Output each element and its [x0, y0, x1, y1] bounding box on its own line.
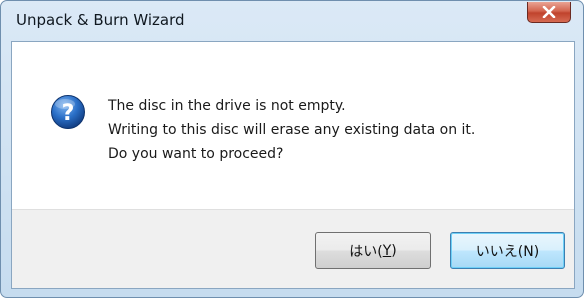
dialog-window: Unpack & Burn Wizard ? The disc in the d…: [0, 0, 584, 298]
message-area: ? The disc in the drive is not empty. Wr…: [12, 42, 574, 209]
no-button[interactable]: いいえ(N): [450, 232, 565, 269]
dialog-client-area: ? The disc in the drive is not empty. Wr…: [11, 41, 575, 289]
message-text: The disc in the drive is not empty. Writ…: [108, 94, 475, 166]
button-area: はい(Y) いいえ(N): [12, 209, 574, 288]
close-icon: [542, 6, 556, 18]
close-button[interactable]: [527, 2, 571, 23]
yes-button-mnemonic: Y: [382, 242, 392, 259]
yes-button-label-suffix: ): [391, 242, 397, 259]
message-line: The disc in the drive is not empty.: [108, 98, 346, 114]
window-title: Unpack & Burn Wizard: [16, 11, 185, 29]
question-icon: ?: [50, 94, 86, 130]
svg-text:?: ?: [62, 101, 75, 126]
yes-button-label-prefix: はい(: [349, 243, 383, 260]
yes-button[interactable]: はい(Y): [315, 232, 431, 269]
title-bar[interactable]: Unpack & Burn Wizard: [1, 1, 583, 41]
message-line: Writing to this disc will erase any exis…: [108, 122, 476, 138]
message-line: Do you want to proceed?: [108, 146, 284, 162]
